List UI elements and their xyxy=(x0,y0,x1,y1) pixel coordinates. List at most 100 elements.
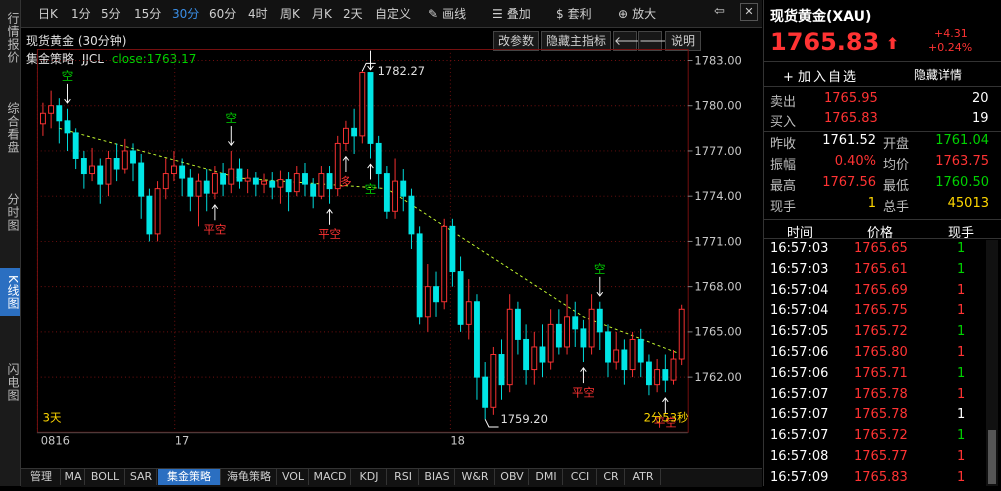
hide-main-indicator-button[interactable]: 隐藏主指标 xyxy=(541,31,611,51)
divider xyxy=(763,86,1001,87)
indicator-tab-11[interactable]: W&R xyxy=(456,469,495,485)
scrollbar-thumb[interactable] xyxy=(988,430,996,484)
period-monthly[interactable]: 月K xyxy=(312,5,332,22)
y-tick-label: 1762.00 xyxy=(694,370,741,384)
draw-line-button[interactable]: ✎ 画线 xyxy=(428,5,466,22)
indicator-tab-2[interactable]: BOLL xyxy=(86,469,125,485)
tick-row: 16:57:06 1765.80 1 xyxy=(770,345,980,366)
tick-qty: 1 xyxy=(957,282,966,298)
tick-qty: 1 xyxy=(957,449,966,464)
kline-chart[interactable]: 空空平空平空多平多空平空空平空 1783.001780.001777.00177… xyxy=(21,49,762,450)
candle-body xyxy=(195,180,202,197)
price-change-pct: +0.24% xyxy=(928,41,973,54)
candle-body xyxy=(179,165,186,179)
indicator-tab-16[interactable]: ATR xyxy=(626,469,661,485)
period-daily[interactable]: 日K xyxy=(38,5,58,22)
indicator-tab-9[interactable]: RSI xyxy=(388,469,419,485)
tick-price: 1765.72 xyxy=(854,324,908,340)
indicator-tab-3[interactable]: SAR xyxy=(126,469,157,485)
tick-qty: 1 xyxy=(957,241,966,256)
indicator-tab-7[interactable]: MACD xyxy=(310,469,351,485)
tick-time: 16:57:06 xyxy=(770,345,829,360)
add-watchlist-button[interactable]: + 加入自选 xyxy=(783,66,858,85)
tick-price: 1765.69 xyxy=(854,282,908,298)
help-button[interactable]: 说明 xyxy=(665,31,701,51)
stat-label: 均价 xyxy=(883,158,910,173)
indicator-tab-12[interactable]: OBV xyxy=(496,469,529,485)
last-price: 1765.83 xyxy=(770,28,880,56)
candle-body xyxy=(392,180,399,212)
period-custom[interactable]: 自定义 xyxy=(375,5,411,22)
nav-tab-flash[interactable]: 闪电图 xyxy=(0,358,20,406)
indicator-tab-8[interactable]: KDJ xyxy=(352,469,387,485)
edit-params-button[interactable]: 改参数 xyxy=(493,31,539,51)
y-tick-label: 1780.00 xyxy=(694,99,741,113)
indicator-tab-13[interactable]: DMI xyxy=(530,469,563,485)
period-2d[interactable]: 2天 xyxy=(343,5,363,22)
nav-tab-kline[interactable]: K线图 xyxy=(0,268,20,316)
signal-label: 平空 xyxy=(203,223,226,237)
buy-qty: 19 xyxy=(972,111,989,126)
divider xyxy=(763,219,1001,220)
tick-qty: 1 xyxy=(957,469,966,485)
close-icon[interactable]: ✕ xyxy=(740,3,758,21)
scroll-right-button[interactable]: 🡒 xyxy=(638,31,671,51)
tick-price: 1765.83 xyxy=(854,469,908,485)
nav-tab-timeshare[interactable]: 分时图 xyxy=(0,188,20,236)
tick-row: 16:57:06 1765.71 1 xyxy=(770,366,980,387)
tick-price: 1765.65 xyxy=(854,241,908,256)
indicator-tab-1[interactable]: MA xyxy=(62,469,85,485)
plus-icon: + xyxy=(783,70,799,85)
indicator-tab-14[interactable]: CCI xyxy=(564,469,597,485)
indicator-tab-0[interactable]: 管理 xyxy=(22,469,61,485)
period-15m[interactable]: 15分 xyxy=(134,5,161,22)
arbitrage-button[interactable]: $ 套利 xyxy=(556,5,592,22)
candle-body xyxy=(97,165,104,185)
signal-label: 空 xyxy=(365,182,376,196)
candle-body xyxy=(662,369,669,381)
period-4h[interactable]: 4时 xyxy=(248,5,268,22)
indicator-tab-5[interactable]: 海龟策略 xyxy=(222,469,277,485)
nav-tab-overview[interactable]: 综合看盘 xyxy=(0,96,20,160)
candle-body xyxy=(261,180,267,185)
stat-label: 总手 xyxy=(883,200,910,215)
buy-price: 1765.83 xyxy=(824,111,878,126)
candle-body xyxy=(220,173,227,185)
tick-qty: 1 xyxy=(957,303,966,319)
hide-detail-button[interactable]: 隐藏详情 xyxy=(914,66,962,83)
candle-body xyxy=(146,195,153,235)
tick-qty: 1 xyxy=(957,428,966,444)
indicator-tab-6[interactable]: VOL xyxy=(278,469,309,485)
candle-body xyxy=(285,179,292,193)
candle-body xyxy=(252,177,259,185)
stat-value: 1 xyxy=(867,196,876,211)
zoom-button[interactable]: ⊕ 放大 xyxy=(618,5,656,22)
indicator-tab-10[interactable]: BIAS xyxy=(420,469,455,485)
y-tick-label: 1777.00 xyxy=(694,144,741,158)
scroll-left-button[interactable]: 🡐 xyxy=(613,31,646,51)
candle-body xyxy=(228,168,235,185)
nav-tab-quotes[interactable]: 行情报价 xyxy=(0,6,20,70)
period-30m[interactable]: 30分 xyxy=(172,5,199,22)
candle-body xyxy=(162,173,169,190)
signal-label: 空 xyxy=(226,111,237,125)
tick-row: 16:57:07 1765.78 1 xyxy=(770,387,980,408)
candle-body xyxy=(514,308,521,340)
candle-body xyxy=(424,286,431,318)
ticks-scrollbar[interactable] xyxy=(986,240,998,486)
candle-body xyxy=(383,173,390,212)
candle-body xyxy=(531,346,538,371)
overlay-label: 叠加 xyxy=(506,7,531,21)
signal-label: 平空 xyxy=(318,227,341,241)
indicator-tab-15[interactable]: CR xyxy=(598,469,625,485)
indicator-tab-4[interactable]: 集金策略 xyxy=(158,469,221,485)
stat-label: 昨收 xyxy=(770,137,797,152)
stat-value: 1761.52 xyxy=(822,133,876,148)
period-60m[interactable]: 60分 xyxy=(209,5,236,22)
period-weekly[interactable]: 周K xyxy=(280,5,300,22)
period-5m[interactable]: 5分 xyxy=(101,5,121,22)
overlay-button[interactable]: ☰ 叠加 xyxy=(492,5,531,22)
period-1m[interactable]: 1分 xyxy=(71,5,91,22)
back-arrow-icon[interactable]: ⇦ xyxy=(714,4,725,19)
candle-body xyxy=(605,331,611,363)
